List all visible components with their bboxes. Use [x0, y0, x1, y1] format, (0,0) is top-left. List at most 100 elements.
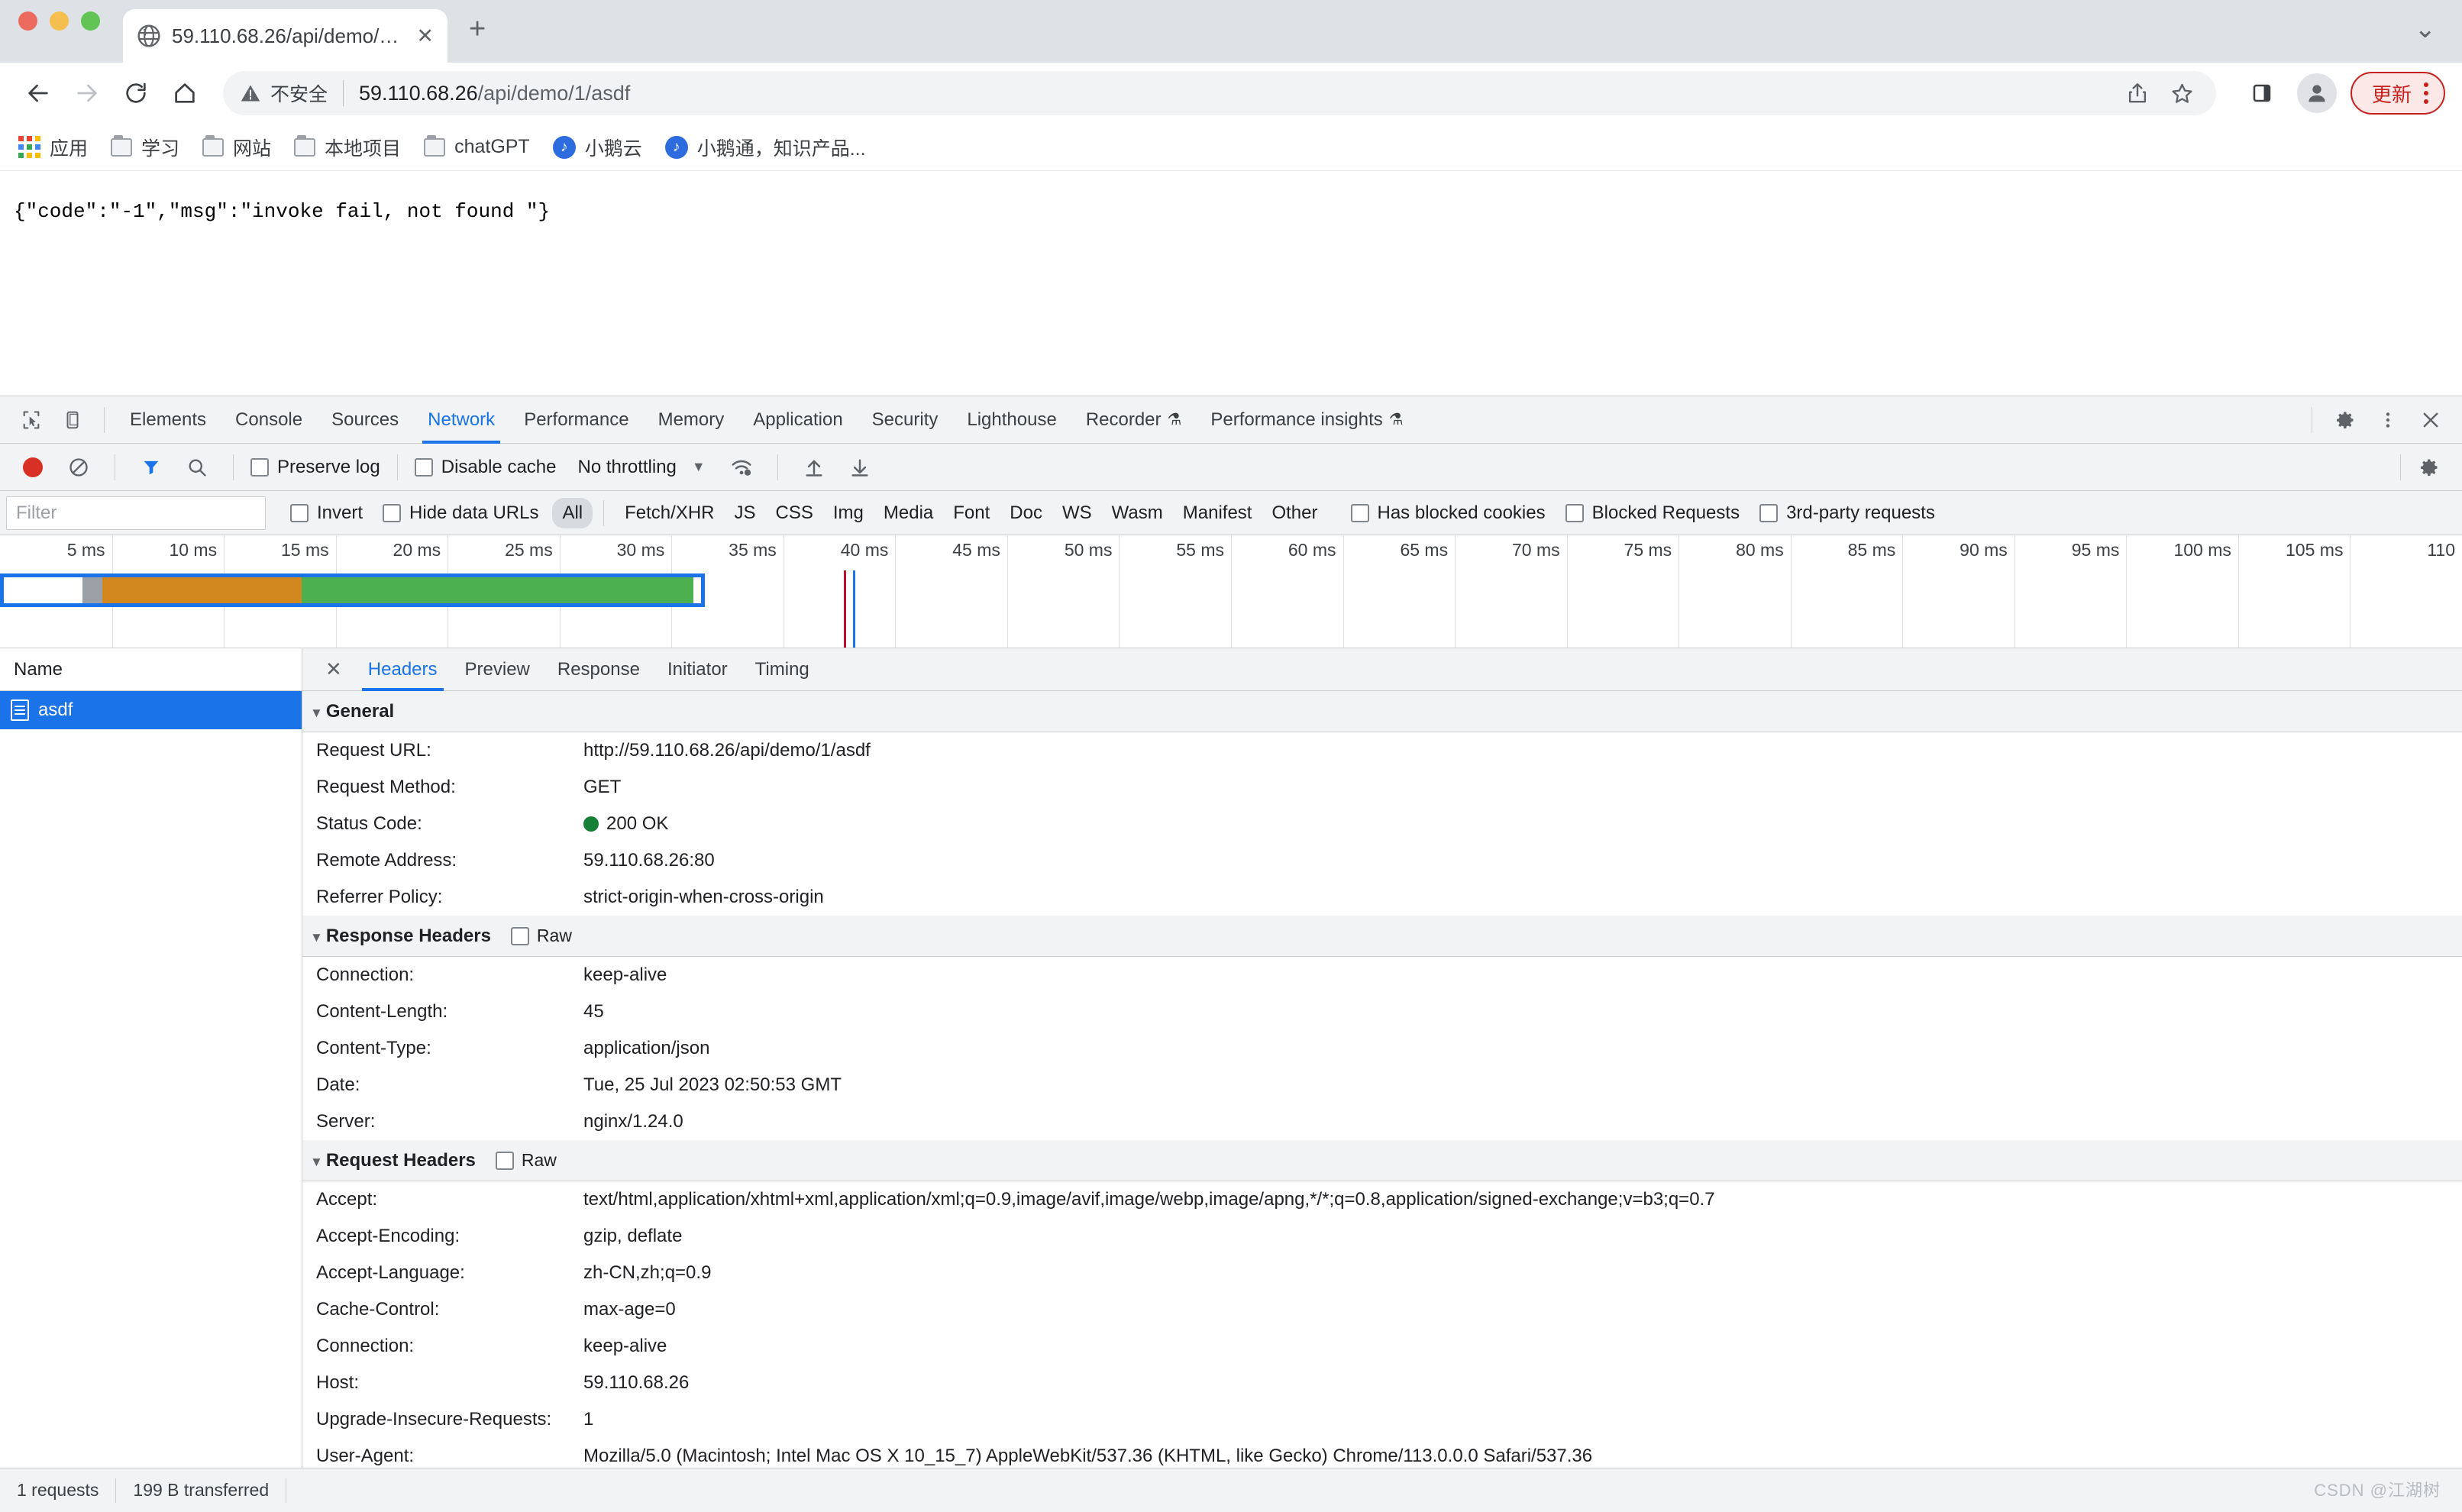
clear-prohibited-icon[interactable] — [60, 448, 98, 486]
tab-headers[interactable]: Headers — [356, 648, 450, 691]
type-filter-css[interactable]: CSS — [766, 498, 823, 528]
tab-security[interactable]: Security — [859, 396, 952, 444]
window-maximize-button[interactable] — [81, 11, 100, 31]
chevron-down-icon[interactable]: ⌄ — [2415, 14, 2462, 63]
tab-recorder[interactable]: Recorder ⚗ — [1073, 396, 1195, 444]
arrow-left-icon[interactable] — [17, 72, 60, 115]
invert-checkbox[interactable]: Invert — [290, 502, 363, 524]
side-panel-icon[interactable] — [2241, 72, 2283, 115]
preserve-log-checkbox[interactable]: Preserve log — [250, 457, 380, 478]
tab-lighthouse[interactable]: Lighthouse — [954, 396, 1069, 444]
type-filter-js[interactable]: JS — [725, 498, 766, 528]
type-filter-img[interactable]: Img — [823, 498, 874, 528]
bookmark-apps[interactable]: 应用 — [18, 134, 88, 161]
checkbox-box[interactable] — [1759, 503, 1779, 522]
bookmark-item[interactable]: 网站 — [202, 134, 271, 161]
checkbox-box[interactable] — [495, 1151, 514, 1170]
inspect-cursor-icon[interactable] — [12, 401, 50, 439]
type-filter-fetch-xhr[interactable]: Fetch/XHR — [615, 498, 724, 528]
request-raw-checkbox[interactable]: Raw — [495, 1150, 557, 1171]
upload-arrow-icon[interactable] — [795, 448, 833, 486]
event-line-dom-content-loaded — [852, 570, 855, 648]
browser-tab[interactable]: 59.110.68.26/api/demo/1/asdf ✕ — [123, 9, 447, 63]
type-filter-manifest[interactable]: Manifest — [1173, 498, 1262, 528]
checkbox-box[interactable] — [510, 926, 529, 945]
table-row[interactable]: asdf — [0, 691, 302, 729]
avatar[interactable] — [2296, 73, 2337, 113]
gear-icon[interactable] — [2410, 448, 2448, 486]
wifi-settings-icon[interactable] — [722, 448, 761, 486]
gear-icon[interactable] — [2326, 401, 2364, 439]
tab-performance[interactable]: Performance — [511, 396, 641, 444]
update-button[interactable]: 更新 — [2350, 72, 2445, 115]
bookmark-item[interactable]: 本地项目 — [294, 134, 401, 161]
close-icon[interactable]: ✕ — [416, 25, 434, 47]
hide-data-urls-checkbox[interactable]: Hide data URLs — [383, 502, 538, 524]
blocked-requests-checkbox[interactable]: Blocked Requests — [1565, 502, 1740, 524]
timing-segment-request-sent — [102, 577, 302, 603]
tab-response[interactable]: Response — [545, 648, 652, 691]
third-party-requests-checkbox[interactable]: 3rd-party requests — [1759, 502, 1935, 524]
checkbox-box[interactable] — [290, 503, 309, 522]
device-toggle-icon[interactable] — [53, 401, 92, 439]
bookmark-item[interactable]: ♪ 小鹅云 — [552, 134, 642, 161]
record-circle-icon[interactable] — [14, 448, 52, 486]
tab-performance-insights[interactable]: Performance insights ⚗ — [1197, 396, 1416, 444]
flask-icon: ⚗ — [1388, 411, 1404, 428]
arrow-right-icon[interactable] — [66, 72, 108, 115]
type-filter-media[interactable]: Media — [874, 498, 943, 528]
kebab-menu-icon[interactable] — [2369, 401, 2407, 439]
tab-elements[interactable]: Elements — [117, 396, 219, 444]
header-row: Connection: keep-alive — [302, 957, 2462, 993]
throttling-dropdown[interactable]: No throttling ▼ — [577, 457, 705, 478]
section-general-header[interactable]: ▼ General — [302, 691, 2462, 732]
tab-application[interactable]: Application — [740, 396, 855, 444]
share-icon[interactable] — [2125, 81, 2150, 105]
tab-network[interactable]: Network — [415, 396, 508, 444]
type-filter-font[interactable]: Font — [943, 498, 1000, 528]
network-overview-timeline[interactable]: 5 ms 10 ms 15 ms 20 ms 25 ms 30 ms 35 ms 40 ms 4… — [0, 535, 2462, 648]
header-key: User-Agent: — [316, 1446, 415, 1466]
tab-preview[interactable]: Preview — [453, 648, 542, 691]
disable-cache-checkbox[interactable]: Disable cache — [414, 457, 556, 478]
home-icon[interactable] — [163, 72, 206, 115]
search-icon[interactable] — [178, 448, 216, 486]
type-filter-wasm[interactable]: Wasm — [1102, 498, 1173, 528]
type-filter-all[interactable]: All — [552, 497, 593, 528]
type-filter-other[interactable]: Other — [1262, 498, 1327, 528]
checkbox-box[interactable] — [1565, 503, 1584, 522]
checkbox-box[interactable] — [414, 457, 433, 477]
tab-sources[interactable]: Sources — [318, 396, 412, 444]
response-raw-checkbox[interactable]: Raw — [510, 926, 572, 946]
type-filter-doc[interactable]: Doc — [1000, 498, 1052, 528]
window-minimize-button[interactable] — [50, 11, 69, 31]
checkbox-box[interactable] — [383, 503, 402, 522]
new-tab-button[interactable]: + — [469, 13, 486, 63]
filter-input[interactable]: Filter — [6, 496, 266, 530]
window-close-button[interactable] — [18, 11, 37, 31]
star-icon[interactable] — [2170, 81, 2195, 106]
bookmark-item[interactable]: ♪ 小鹅通，知识产品... — [664, 134, 866, 161]
checkbox-box[interactable] — [1350, 503, 1369, 522]
tab-initiator[interactable]: Initiator — [655, 648, 740, 691]
bookmark-item[interactable]: 学习 — [111, 134, 179, 161]
kebab-menu-icon[interactable] — [2424, 82, 2428, 104]
close-icon[interactable]: ✕ — [315, 657, 353, 681]
has-blocked-cookies-checkbox[interactable]: Has blocked cookies — [1350, 502, 1546, 524]
funnel-icon[interactable] — [132, 448, 170, 486]
bookmark-item[interactable]: chatGPT — [424, 134, 530, 158]
tab-timing[interactable]: Timing — [743, 648, 822, 691]
tab-label: Performance insights — [1210, 409, 1383, 430]
tab-memory[interactable]: Memory — [645, 396, 738, 444]
bookmark-label: 学习 — [141, 137, 180, 160]
reload-icon[interactable] — [115, 72, 157, 115]
download-arrow-icon[interactable] — [841, 448, 879, 486]
chevron-down-icon: ▼ — [310, 929, 323, 945]
address-bar[interactable]: 不安全 59.110.68.26/api/demo/1/asdf — [223, 71, 2216, 115]
close-icon[interactable] — [2412, 401, 2450, 439]
tab-console[interactable]: Console — [222, 396, 315, 444]
type-filter-ws[interactable]: WS — [1052, 498, 1102, 528]
checkbox-box[interactable] — [250, 457, 269, 477]
section-request-headers-header[interactable]: ▼ Request Headers Raw — [302, 1140, 2462, 1181]
section-response-headers-header[interactable]: ▼ Response Headers Raw — [302, 916, 2462, 957]
